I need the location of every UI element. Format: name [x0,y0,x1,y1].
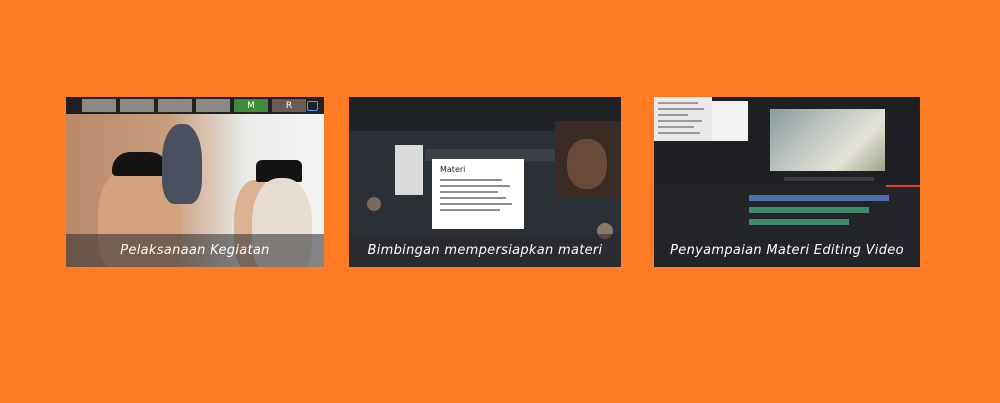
photo-caption: Pelaksanaan Kegiatan [66,234,324,267]
timeline-marker [886,185,920,187]
background-figure [162,124,202,204]
audio-track [749,207,869,213]
screen-share-topbar [349,97,621,111]
participant-thumbnail [120,99,154,112]
menu-line [658,114,688,116]
menu-line [658,126,694,128]
playback-controls [784,177,874,181]
presenter-cap [112,152,168,176]
menu-line [658,108,704,110]
submenu [712,101,748,141]
participant-thumbnail [158,99,192,112]
meeting-participant-strip: M R [66,97,324,114]
document-line [440,185,510,187]
camera-icon [307,101,318,111]
video-track [749,195,889,201]
document-line [440,179,502,181]
video-preview [770,109,885,171]
photo-caption: Penyampaian Materi Editing Video [654,234,920,267]
document-title: Materi [440,165,466,174]
participant-thumbnail [82,99,116,112]
document-line [440,191,498,193]
menu-line [658,102,698,104]
participant-tile-r: R [272,99,306,112]
document-line [440,203,512,205]
menu-line [658,132,700,134]
participant-figure [567,139,607,189]
participant-camera-view [555,121,621,197]
photo-card-editing-video: Penyampaian Materi Editing Video [654,97,920,267]
participant-thumbnail [196,99,230,112]
menu-line [658,120,702,122]
document-line [440,209,500,211]
side-panel [395,145,423,195]
document-line [440,197,506,199]
context-menu [654,97,712,141]
audio-track [749,219,849,225]
participant-tile-m: M [234,99,268,112]
photo-card-pelaksanaan-kegiatan: M R Pelaksanaan Kegiatan [66,97,324,267]
avatar [367,197,381,211]
photo-caption: Bimbingan mempersiapkan materi [349,234,621,267]
editing-timeline [654,185,920,235]
photo-card-bimbingan: Materi Bimbingan mempersiapkan materi [349,97,621,267]
document-page: Materi [432,159,524,229]
